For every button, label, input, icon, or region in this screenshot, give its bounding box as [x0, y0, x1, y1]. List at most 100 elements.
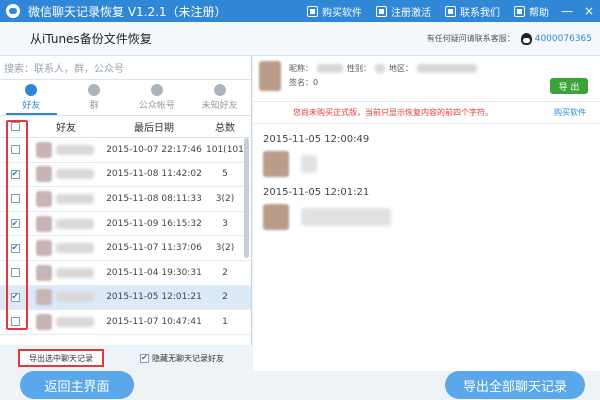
friend-row[interactable]: 2015-11-08 08:11:33 3(2) [0, 187, 251, 212]
contact-tabs: 好友 群 公众帐号 未知好友 [0, 80, 251, 116]
friend-row[interactable]: ✔ 2015-11-08 11:42:02 5 [0, 163, 251, 188]
page-header: 从iTunes备份文件恢复 有任何疑问请联系客服： 4000076365 [0, 22, 600, 56]
tab-unknown-friends[interactable]: 未知好友 [188, 80, 251, 115]
title-bar: 微信聊天记录恢复 V1.2.1（未注册） 购买软件 注册激活 联系我们 帮助 —… [0, 0, 600, 22]
window-title: 微信聊天记录恢复 V1.2.1（未注册） [28, 4, 227, 19]
column-last-date[interactable]: 最后日期 [102, 119, 206, 134]
minimize-icon[interactable]: — [556, 0, 578, 22]
friend-total: 1 [222, 316, 228, 327]
register-activate-button[interactable]: 注册激活 [369, 0, 438, 22]
friend-name [56, 169, 94, 180]
friend-last-date: 2015-11-08 08:11:33 [106, 193, 202, 204]
table-header: 好友 最后日期 总数 [0, 116, 251, 138]
friend-last-date: 2015-11-05 12:01:21 [106, 292, 202, 303]
help-button[interactable]: 帮助 [507, 0, 556, 22]
friend-row[interactable]: 2015-11-04 19:30:31 2 [0, 261, 251, 286]
chat-icon [445, 5, 456, 17]
friend-row[interactable]: 2015-11-07 10:47:41 1 [0, 310, 251, 335]
message-bubble [301, 155, 317, 173]
chat-detail-panel: 昵称： 性别： 地区： 签名：0 导 出 您尚未购买正式版，当前只显示恢复内容的… [253, 56, 600, 371]
export-all-button[interactable]: 导出全部聊天记录 [445, 371, 585, 399]
list-scrollbar[interactable] [244, 138, 249, 258]
tab-friends[interactable]: 好友 [0, 80, 63, 115]
friend-total: 3(2) [215, 193, 235, 204]
title-menu: 购买软件 注册激活 联系我们 帮助 — × [300, 0, 600, 22]
qq-icon [520, 32, 532, 45]
friend-avatar [36, 215, 52, 232]
back-to-main-button[interactable]: 返回主界面 [20, 371, 134, 399]
contact-avatar [259, 61, 281, 91]
page-title: 从iTunes备份文件恢复 [30, 32, 152, 46]
hide-empty-option[interactable]: ✔ 隐藏无聊天记录好友 [140, 353, 224, 364]
window-controls: — × [556, 0, 600, 22]
buy-software-link[interactable]: 购买软件 [554, 107, 586, 118]
unknown-friend-icon [213, 84, 226, 96]
help-icon [514, 5, 525, 17]
contact-us-button[interactable]: 联系我们 [438, 0, 507, 22]
friend-avatar [36, 240, 52, 257]
friend-last-date: 2015-11-04 19:30:31 [106, 267, 202, 278]
friend-total: 3(2) [215, 243, 235, 254]
message-avatar [263, 151, 289, 177]
message-item [263, 204, 600, 230]
friend-last-date: 2015-11-09 16:15:32 [106, 218, 202, 229]
friend-name [56, 267, 94, 278]
support-number-link[interactable]: 4000076365 [535, 34, 592, 44]
buy-software-button[interactable]: 购买软件 [300, 0, 369, 22]
cart-icon [307, 5, 318, 17]
official-account-icon [150, 84, 163, 96]
support-label: 有任何疑问请联系客服： [426, 34, 515, 43]
gender-value [375, 63, 385, 73]
trial-notice: 您尚未购买正式版，当前只显示恢复内容的前四个字符。 购买软件 [253, 102, 600, 124]
friend-total: 5 [222, 169, 228, 180]
friend-name [56, 193, 94, 204]
message-time: 2015-11-05 12:01:21 [263, 187, 370, 198]
list-footer: 导出选中聊天记录 ✔ 隐藏无聊天记录好友 [0, 345, 252, 371]
friend-row[interactable]: ✔ 2015-11-05 12:01:21 2 [0, 285, 251, 311]
friend-avatar [36, 190, 52, 207]
friend-row[interactable]: ✔ 2015-11-09 16:15:32 3 [0, 212, 251, 237]
friend-last-date: 2015-10-07 22:17:46 [106, 144, 202, 155]
friend-avatar [36, 289, 52, 306]
friend-name [56, 292, 94, 303]
region-value [417, 63, 477, 73]
friend-list: 2015-10-07 22:17:46 101(101) ✔ 2015-11-08 1… [0, 138, 251, 336]
gender-label: 性别： [347, 63, 371, 73]
column-total[interactable]: 总数 [206, 119, 244, 134]
friend-row[interactable]: 2015-10-07 22:17:46 101(101) [0, 138, 251, 163]
user-icon [25, 84, 38, 96]
trial-warning: 您尚未购买正式版，当前只显示恢复内容的前四个字符。 [293, 108, 493, 117]
tab-official-accounts[interactable]: 公众帐号 [126, 80, 189, 115]
message-time: 2015-11-05 12:00:49 [263, 134, 370, 145]
wechat-app-icon [6, 4, 20, 18]
search-input[interactable]: 搜索：联系人，群，公众号 [0, 56, 251, 80]
friend-total: 3 [222, 218, 228, 229]
friend-last-date: 2015-11-07 11:37:06 [106, 243, 202, 254]
friend-total: 2 [222, 267, 228, 278]
tab-groups[interactable]: 群 [63, 80, 126, 115]
friend-total: 101(101) [206, 144, 248, 155]
friend-avatar [36, 313, 52, 330]
support-info: 有任何疑问请联系客服： 4000076365 [426, 32, 592, 45]
message-item [263, 151, 600, 177]
nickname-value [317, 63, 343, 73]
message-list: 2015-11-05 12:00:49 2015-11-05 12:01:21 [253, 134, 600, 230]
group-icon [88, 84, 101, 96]
message-avatar [263, 204, 289, 230]
bottom-bar: 返回主界面 导出全部聊天记录 [0, 371, 600, 400]
hide-empty-label: 隐藏无聊天记录好友 [152, 353, 224, 363]
hide-empty-checkbox[interactable]: ✔ [140, 353, 149, 363]
friend-row[interactable]: ✔ 2015-11-07 11:37:06 3(2) [0, 236, 251, 261]
close-icon[interactable]: × [578, 0, 600, 22]
column-friend[interactable]: 好友 [30, 119, 102, 134]
friend-last-date: 2015-11-07 10:47:41 [106, 316, 202, 327]
region-label: 地区： [389, 63, 413, 73]
contact-info: 昵称： 性别： 地区： 签名：0 导 出 [253, 56, 600, 102]
signature-label: 签名：0 [289, 77, 319, 87]
friend-name [56, 243, 94, 254]
friend-name [56, 218, 94, 229]
friend-total: 2 [222, 292, 228, 303]
export-selected-button[interactable]: 导出选中聊天记录 [18, 349, 104, 367]
export-chat-button[interactable]: 导 出 [550, 78, 588, 94]
nickname-label: 昵称： [289, 63, 313, 73]
